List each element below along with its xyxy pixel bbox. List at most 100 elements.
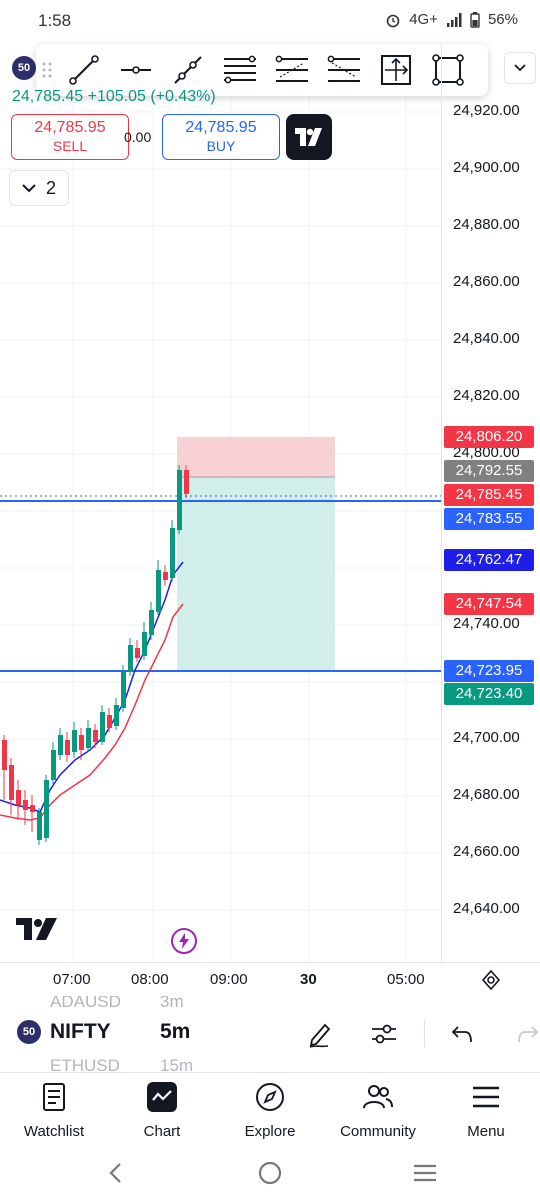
sell-label: SELL xyxy=(52,138,88,154)
time-tick: 05:00 xyxy=(387,971,425,988)
candle-body xyxy=(121,672,126,708)
candle-body xyxy=(86,728,91,748)
status-time: 1:58 xyxy=(38,11,72,30)
status-bar: 1:58 4G+ 56% xyxy=(0,0,540,44)
candle-body xyxy=(170,528,175,578)
indicators-toggle-button[interactable]: 2 xyxy=(9,170,69,206)
last-price-change: 24,785.45 +105.05 (+0.43%) xyxy=(12,88,216,105)
price-tick: 24,740.00 xyxy=(453,615,520,632)
price-tick: 24,820.00 xyxy=(453,387,520,404)
candle-body xyxy=(37,812,42,840)
price-tick: 24,900.00 xyxy=(453,159,520,176)
alarm-icon xyxy=(386,14,400,27)
compass-icon xyxy=(256,1083,284,1111)
symbol-logo[interactable]: 50 xyxy=(12,56,36,80)
time-tick: 30 xyxy=(300,971,317,988)
date-price-range-tool-icon[interactable] xyxy=(370,44,422,96)
price-tag-target: 24,723.40 xyxy=(444,683,534,705)
candle-body xyxy=(149,610,154,635)
scroll-ghost-symbol: ETHUSD xyxy=(50,1056,120,1072)
nav-label: Community xyxy=(340,1123,416,1140)
candle-body xyxy=(30,805,35,812)
candle-body xyxy=(156,570,161,612)
candle-body xyxy=(44,780,49,838)
redo-icon[interactable] xyxy=(508,1014,540,1054)
time-axis[interactable]: 07:00 08:00 09:00 30 05:00 xyxy=(0,962,540,997)
price-tag-entry: 24,792.55 xyxy=(444,460,534,482)
pencil-icon[interactable] xyxy=(300,1014,340,1054)
candle-body xyxy=(107,715,112,728)
price-tag-ma-blue: 24,762.47 xyxy=(444,549,534,571)
system-navigation xyxy=(0,1146,540,1200)
candle-body xyxy=(184,470,189,494)
time-tick: 09:00 xyxy=(210,971,248,988)
battery-icon xyxy=(470,11,480,28)
time-tick: 08:00 xyxy=(131,971,169,988)
time-tick: 07:00 xyxy=(53,971,91,988)
nav-chart[interactable]: Chart xyxy=(112,1079,212,1140)
back-icon[interactable] xyxy=(95,1158,135,1188)
rectangle-tool-icon[interactable] xyxy=(422,44,474,96)
price-tag-last: 24,785.45 xyxy=(444,484,534,506)
long-position-tool-icon[interactable] xyxy=(266,44,318,96)
tradingview-watermark-icon xyxy=(16,918,57,940)
buy-label: BUY xyxy=(206,138,236,154)
sell-price: 24,785.95 xyxy=(34,119,106,136)
price-tick: 24,680.00 xyxy=(453,786,520,803)
stop-loss-zone[interactable] xyxy=(177,437,335,477)
price-tag-stop: 24,806.20 xyxy=(444,426,534,448)
nav-explore[interactable]: Explore xyxy=(220,1079,320,1140)
buy-price: 24,785.95 xyxy=(185,119,257,136)
nav-label: Chart xyxy=(143,1123,181,1140)
ma-blue xyxy=(0,561,184,813)
nav-watchlist[interactable]: Watchlist xyxy=(4,1079,104,1140)
candle-body xyxy=(9,765,14,800)
tradingview-logo-icon[interactable] xyxy=(286,114,332,160)
candle-body xyxy=(58,735,63,755)
indicators-count: 2 xyxy=(45,177,56,198)
candle-body xyxy=(142,632,147,656)
price-tag-line-upper: 24,783.55 xyxy=(444,508,534,530)
symbol-selector[interactable]: NIFTY xyxy=(50,1020,111,1044)
candle-body xyxy=(2,740,7,770)
price-tick: 24,840.00 xyxy=(453,330,520,347)
scale-settings-icon[interactable] xyxy=(478,967,504,993)
network-type: 4G+ xyxy=(409,11,438,28)
nav-label: Explore xyxy=(244,1123,296,1140)
symbol-bar: ADAUSD 3m 50 NIFTY 5m ETHUSD 15m xyxy=(0,996,540,1072)
nav-community[interactable]: Community xyxy=(328,1079,428,1140)
buy-button[interactable]: 24,785.95 BUY xyxy=(162,114,280,160)
scroll-ghost-symbol: ADAUSD xyxy=(50,996,121,1011)
candle-body xyxy=(65,740,70,755)
recents-icon[interactable] xyxy=(405,1158,445,1188)
candle-body xyxy=(23,800,28,810)
collapse-chevron-icon[interactable] xyxy=(504,52,536,84)
sell-button[interactable]: 24,785.95 SELL xyxy=(11,114,129,160)
community-icon xyxy=(363,1085,393,1109)
price-tick: 24,700.00 xyxy=(453,729,520,746)
lightning-icon[interactable] xyxy=(171,928,197,954)
timeframe-selector[interactable]: 5m xyxy=(160,1020,190,1044)
watchlist-icon xyxy=(43,1083,65,1111)
take-profit-zone[interactable] xyxy=(177,477,335,670)
price-scale-divider xyxy=(441,44,442,962)
nav-menu[interactable]: Menu xyxy=(436,1079,536,1140)
symbol-logo: 50 xyxy=(17,1020,41,1044)
short-position-tool-icon[interactable] xyxy=(318,44,370,96)
battery-level: 56% xyxy=(487,11,518,28)
chevron-down-icon xyxy=(22,183,36,192)
price-tag-line-lower: 24,723.95 xyxy=(444,660,534,682)
price-tick: 24,920.00 xyxy=(453,102,520,119)
price-tick: 24,640.00 xyxy=(453,900,520,917)
price-tick: 24,660.00 xyxy=(453,843,520,860)
candle-body xyxy=(51,750,56,780)
candle-body xyxy=(16,790,21,805)
candle-body xyxy=(114,705,119,726)
settings-sliders-icon[interactable] xyxy=(364,1014,404,1054)
candle-body xyxy=(177,470,182,530)
home-icon[interactable] xyxy=(250,1158,290,1188)
undo-icon[interactable] xyxy=(442,1014,482,1054)
spread-value: 0.00 xyxy=(124,129,152,145)
scroll-ghost-timeframe: 3m xyxy=(160,996,184,1011)
candle-body xyxy=(79,735,84,750)
